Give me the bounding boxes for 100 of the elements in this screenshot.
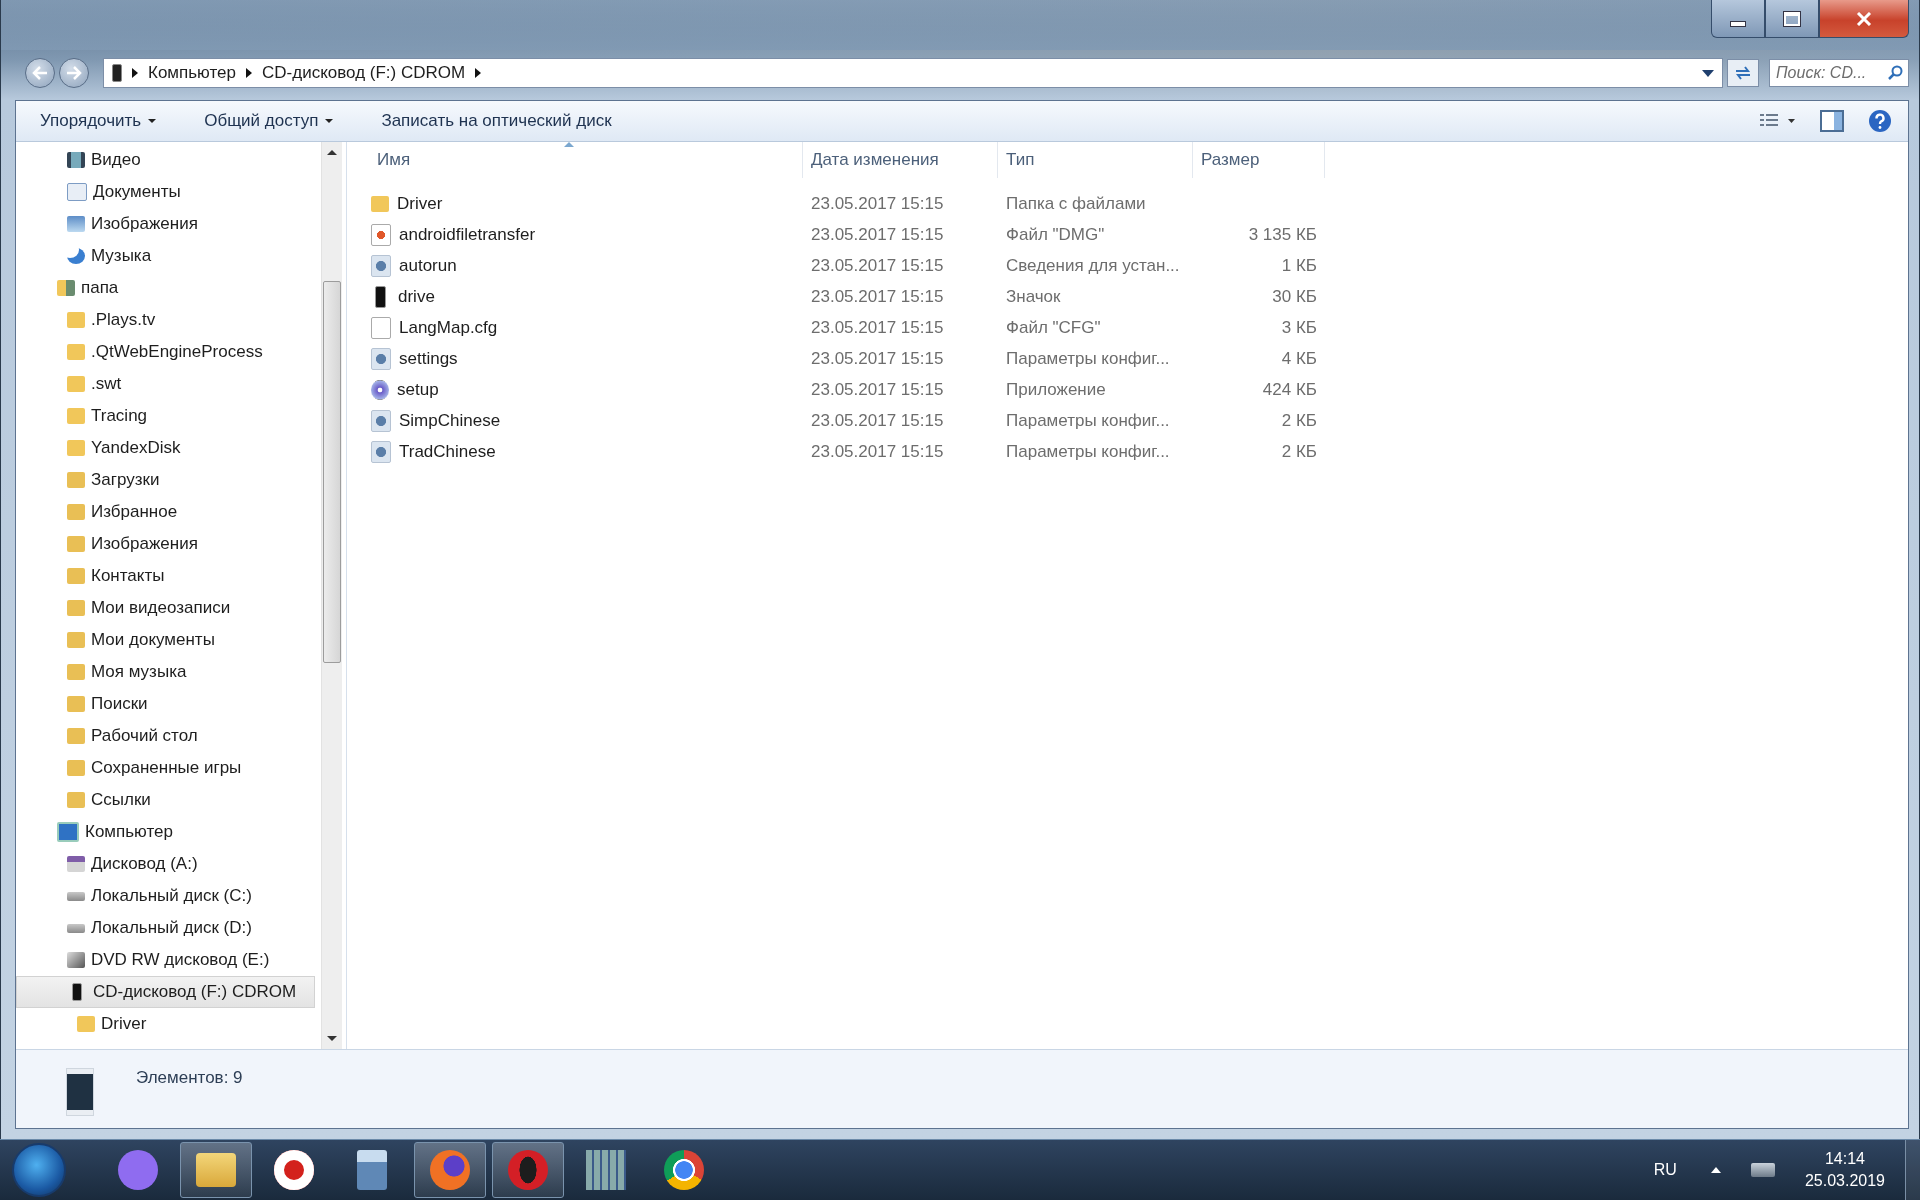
chevron-icon — [246, 68, 252, 78]
nav-tree-item[interactable]: папа — [16, 272, 315, 304]
start-button[interactable] — [12, 1143, 66, 1197]
forward-button[interactable] — [59, 58, 89, 88]
language-indicator[interactable]: RU — [1653, 1161, 1677, 1179]
folder-icon — [77, 1016, 95, 1032]
column-header[interactable]: Тип — [998, 142, 1193, 178]
nav-tree-item[interactable]: Изображения — [16, 528, 315, 560]
column-header[interactable]: Дата изменения — [803, 142, 998, 178]
folder-icon — [67, 440, 85, 456]
folder-icon — [67, 536, 85, 552]
folder-icon — [67, 312, 85, 328]
phone-icon — [112, 64, 122, 82]
table-cell: 3 КБ — [1281, 317, 1317, 337]
circle-logo-icon — [430, 1150, 470, 1190]
nav-tree-item[interactable]: Изображения — [16, 208, 315, 240]
arrow-right-icon — [66, 66, 82, 80]
file-name[interactable]: setup — [369, 379, 803, 400]
folder-icon — [67, 568, 85, 584]
nav-tree-item[interactable]: Дисковод (A:) — [16, 848, 315, 880]
toolbar-button[interactable]: Записать на оптический диск — [371, 105, 622, 137]
address-bar[interactable]: Компьютер CD-дисковод (F:) CDROM — [103, 58, 1723, 88]
config-file-icon — [371, 409, 391, 432]
table-cell-text: Параметры конфиг... — [1005, 410, 1171, 431]
table-cell-text: 23.05.2017 15:15 — [810, 286, 945, 307]
folder-icon — [67, 600, 85, 616]
nav-tree-item[interactable]: Мои документы — [16, 624, 315, 656]
table-cell: 1 КБ — [1281, 255, 1317, 275]
nav-tree-item[interactable]: .swt — [16, 368, 315, 400]
nav-tree-item[interactable]: .QtWebEngineProcess — [16, 336, 315, 368]
scrollbar[interactable] — [321, 142, 342, 1049]
blank-file-icon — [371, 316, 391, 339]
table-cell-text: 23.05.2017 15:15 — [810, 441, 945, 462]
preview-pane-button[interactable] — [1818, 108, 1846, 134]
nav-tree-item[interactable]: Рабочий стол — [16, 720, 315, 752]
nav-tree-item[interactable]: Сохраненные игры — [16, 752, 315, 784]
file-name[interactable]: LangMap.cfg — [369, 316, 803, 339]
nav-tree-item[interactable]: Видео — [16, 144, 315, 176]
folder-icon — [67, 728, 85, 744]
file-name[interactable]: SimpChinese — [369, 409, 803, 432]
nav-tree-item[interactable]: Музыка — [16, 240, 315, 272]
nav-tree-item[interactable]: Компьютер — [16, 816, 315, 848]
video-icon — [67, 152, 85, 168]
config-file-icon — [371, 254, 391, 277]
close-icon — [1856, 11, 1872, 26]
config-file-icon — [371, 347, 391, 370]
chevron-icon — [475, 68, 482, 78]
nav-tree-item[interactable]: Driver — [16, 1008, 315, 1040]
table-cell-text: 23.05.2017 15:15 — [810, 379, 945, 400]
nav-tree-item[interactable]: Моя музыка — [16, 656, 315, 688]
nav-tree-item[interactable]: Контакты — [16, 560, 315, 592]
search-field[interactable]: Поиск: CD... — [1769, 59, 1909, 87]
nav-tree-item[interactable]: Локальный диск (D:) — [16, 912, 315, 944]
breadcrumb-item[interactable]: Компьютер — [148, 63, 236, 83]
breadcrumb-item[interactable]: CD-дисковод (F:) CDROM — [262, 63, 466, 83]
table-cell-text: Папка с файлами — [1005, 193, 1147, 214]
file-name[interactable]: androidfiletransfer — [369, 223, 803, 246]
nav-tree-item[interactable]: Загрузки — [16, 464, 315, 496]
nav-tree-item[interactable]: .Plays.tv — [16, 304, 315, 336]
nav-tree-item[interactable]: Ссылки — [16, 784, 315, 816]
nav-tree-item[interactable]: Tracing — [16, 400, 315, 432]
minimize-button[interactable] — [1711, 0, 1765, 38]
phone-icon — [66, 1068, 94, 1116]
file-name[interactable]: settings — [369, 347, 803, 370]
nav-tree-item[interactable]: YandexDisk — [16, 432, 315, 464]
calculator-icon — [357, 1150, 387, 1190]
file-name[interactable]: Driver — [369, 193, 803, 214]
folder-icon — [67, 408, 85, 424]
table-cell-text: Параметры конфиг... — [1005, 348, 1171, 369]
back-button[interactable] — [25, 58, 55, 88]
refresh-button[interactable] — [1727, 59, 1759, 87]
nav-tree-item[interactable]: Избранное — [16, 496, 315, 528]
table-cell-text: 23.05.2017 15:15 — [810, 224, 945, 245]
toolbar-button[interactable]: Упорядочить — [30, 105, 167, 137]
column-header[interactable]: Размер — [1193, 142, 1325, 178]
file-name[interactable]: TradChinese — [369, 440, 803, 463]
file-name[interactable]: autorun — [369, 254, 803, 277]
taskbar-app[interactable] — [180, 1142, 252, 1198]
toolbar-button[interactable]: Общий доступ — [194, 105, 344, 137]
maximize-button[interactable] — [1765, 0, 1819, 38]
close-button[interactable] — [1819, 0, 1909, 38]
nav-tree-item[interactable]: CD-дисковод (F:) CDROM — [16, 976, 315, 1008]
nav-tree-item[interactable]: Поиски — [16, 688, 315, 720]
refresh-arrows-icon — [1734, 65, 1752, 81]
sort-arrow-icon — [563, 142, 574, 147]
column-header[interactable]: Имя — [369, 142, 803, 178]
network-icon[interactable] — [1750, 1163, 1775, 1177]
tray-arrow-icon[interactable] — [1710, 1167, 1721, 1173]
help-icon[interactable] — [1866, 107, 1894, 135]
table-cell-text: 23.05.2017 15:15 — [810, 410, 945, 431]
nav-tree-item[interactable]: Документы — [16, 176, 315, 208]
file-name[interactable]: drive — [369, 285, 803, 308]
table-cell-text: Сведения для устан... — [1005, 255, 1181, 276]
nav-tree-item[interactable]: DVD RW дисковод (E:) — [16, 944, 315, 976]
nav-tree-item[interactable]: Локальный диск (C:) — [16, 880, 315, 912]
nav-tree-item[interactable]: Мои видеозаписи — [16, 592, 315, 624]
show-desktop-button[interactable] — [1905, 1140, 1920, 1200]
table-cell-text: 23.05.2017 15:15 — [810, 348, 945, 369]
folder-icon — [67, 696, 85, 712]
circle-logo-icon — [664, 1150, 704, 1190]
